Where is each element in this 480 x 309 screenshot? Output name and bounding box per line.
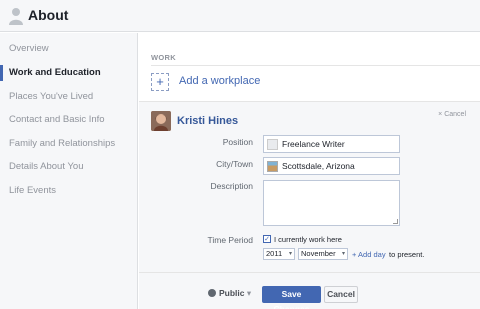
to-present-text: to present.: [389, 250, 425, 259]
globe-icon: [208, 289, 216, 297]
city-value: Scottsdale, Arizona: [282, 161, 355, 171]
chevron-down-icon: ▾: [341, 251, 345, 257]
city-icon: [267, 161, 278, 172]
footer-divider: [139, 272, 480, 273]
year-select[interactable]: 2011 ▾: [263, 248, 295, 260]
description-label: Description: [210, 181, 253, 191]
currently-work-checkbox[interactable]: ✓: [263, 235, 271, 243]
month-value: November: [301, 249, 336, 258]
page-header: About: [0, 0, 480, 32]
close-icon: ×: [438, 111, 443, 118]
chevron-down-icon: ▾: [288, 251, 292, 257]
workplace-editor: Kristi Hines × Cancel Position Freelance…: [139, 101, 480, 309]
add-day-link[interactable]: + Add day: [352, 250, 386, 259]
privacy-selector[interactable]: Public ▾: [208, 288, 251, 299]
page-title: About: [28, 7, 69, 23]
sidebar-item-work-education[interactable]: Work and Education: [0, 63, 137, 83]
sidebar-item-life-events[interactable]: Life Events: [0, 181, 137, 201]
chevron-down-icon: ▾: [246, 288, 252, 298]
section-divider: [151, 65, 480, 66]
add-workplace-link[interactable]: Add a workplace: [179, 75, 260, 87]
main-content: WORK + Add a workplace Kristi Hines × Ca…: [139, 33, 480, 309]
sidebar-item-places-lived[interactable]: Places You've Lived: [0, 87, 137, 107]
currently-work-label: I currently work here: [274, 235, 342, 244]
city-label: City/Town: [216, 159, 253, 169]
position-label: Position: [222, 137, 253, 147]
cancel-edit-label: Cancel: [444, 111, 466, 118]
avatar: [151, 111, 171, 131]
sidebar-item-overview[interactable]: Overview: [0, 39, 137, 59]
privacy-label: Public: [219, 288, 245, 298]
work-section-label: WORK: [151, 53, 176, 62]
person-icon: [9, 8, 23, 25]
add-workplace-icon[interactable]: +: [151, 73, 169, 91]
time-period-label: Time Period: [207, 235, 253, 245]
company-icon: [267, 139, 278, 150]
about-sidebar: Overview Work and Education Places You'v…: [0, 33, 138, 309]
city-field[interactable]: Scottsdale, Arizona: [263, 157, 400, 175]
year-value: 2011: [266, 249, 283, 258]
save-changes-button[interactable]: Save Changes: [262, 286, 321, 309]
sidebar-item-contact-info[interactable]: Contact and Basic Info: [0, 110, 137, 130]
position-field[interactable]: Freelance Writer: [263, 135, 400, 153]
position-value: Freelance Writer: [282, 139, 345, 149]
sidebar-item-family-relationships[interactable]: Family and Relationships: [0, 134, 137, 154]
sidebar-item-details-about-you[interactable]: Details About You: [0, 157, 137, 177]
profile-name[interactable]: Kristi Hines: [177, 115, 238, 127]
cancel-edit-link[interactable]: × Cancel: [438, 111, 466, 118]
month-select[interactable]: November ▾: [298, 248, 348, 260]
resize-handle-icon[interactable]: [393, 219, 398, 224]
cancel-button[interactable]: Cancel: [324, 286, 358, 303]
description-textarea[interactable]: [263, 180, 400, 226]
